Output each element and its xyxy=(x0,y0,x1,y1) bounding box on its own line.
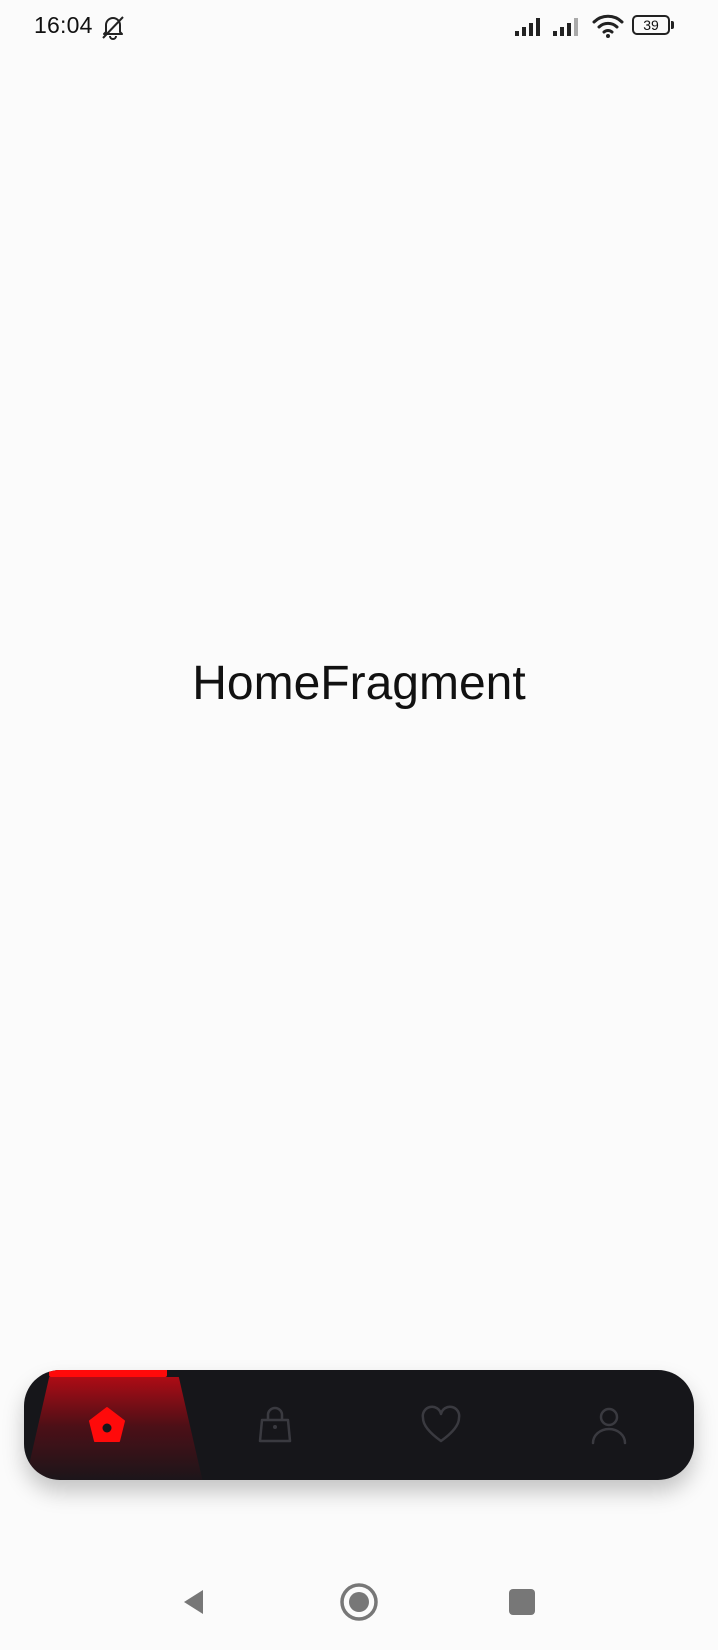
nav-item-favorite[interactable] xyxy=(358,1370,524,1480)
bell-off-icon xyxy=(102,16,124,40)
system-navigation xyxy=(0,1570,718,1640)
wifi-icon xyxy=(592,14,624,38)
bottom-navigation xyxy=(24,1370,694,1480)
home-icon xyxy=(89,1407,125,1442)
status-bar: 16:04 39 xyxy=(0,0,718,56)
fragment-title: HomeFragment xyxy=(192,657,526,710)
back-icon xyxy=(184,1590,203,1614)
battery-tip xyxy=(671,21,674,29)
battery-icon: 39 xyxy=(632,15,676,37)
shopping-bag-icon xyxy=(258,1406,292,1443)
signal-icon xyxy=(515,18,540,36)
user-icon xyxy=(591,1407,627,1445)
nav-item-profile[interactable] xyxy=(526,1370,692,1480)
system-back-button[interactable] xyxy=(172,1580,216,1624)
nav-item-shop[interactable] xyxy=(192,1370,358,1480)
nav-item-home[interactable] xyxy=(24,1370,190,1480)
system-recents-button[interactable] xyxy=(500,1580,544,1624)
battery-level: 39 xyxy=(632,15,670,35)
app-screen: 16:04 39 HomeFragment xyxy=(0,0,718,1650)
recents-icon xyxy=(509,1589,535,1615)
system-home-button[interactable] xyxy=(337,1580,381,1624)
heart-icon xyxy=(421,1405,461,1443)
signal-icon xyxy=(553,18,578,36)
home-circle-icon xyxy=(340,1583,378,1621)
status-time: 16:04 xyxy=(34,12,93,38)
